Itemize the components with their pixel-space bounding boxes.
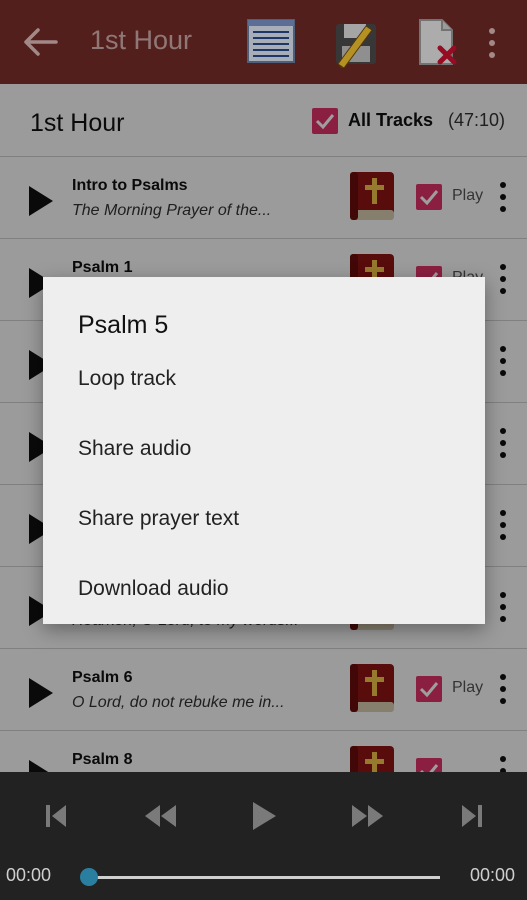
appbar-scrim <box>0 0 527 84</box>
skip-previous-icon[interactable] <box>44 802 68 830</box>
share-audio-option[interactable]: Share audio <box>78 429 458 469</box>
audio-player <box>0 772 527 900</box>
seek-thumb[interactable] <box>80 868 98 886</box>
loop-track-option[interactable]: Loop track <box>78 359 458 399</box>
total-time: 00:00 <box>470 865 516 885</box>
play-icon[interactable] <box>250 800 278 832</box>
share-prayer-text-option[interactable]: Share prayer text <box>78 499 458 539</box>
rewind-icon[interactable] <box>142 802 178 830</box>
fast-forward-icon[interactable] <box>350 802 386 830</box>
download-audio-option[interactable]: Download audio <box>78 569 458 609</box>
current-time: 00:00 <box>6 865 52 885</box>
dialog-title: Psalm 5 <box>78 311 169 339</box>
track-options-dialog: Psalm 5 Loop track Share audio Share pra… <box>43 277 485 624</box>
seek-bar[interactable] <box>88 876 440 879</box>
skip-next-icon[interactable] <box>460 802 484 830</box>
